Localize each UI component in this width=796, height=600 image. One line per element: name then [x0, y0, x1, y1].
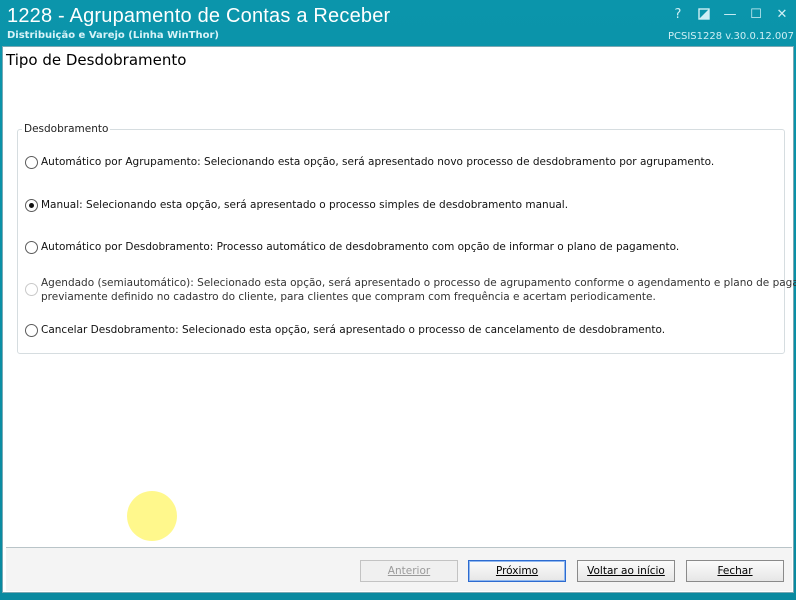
option-manual[interactable]: Manual: Selecionando esta opção, será ap… — [25, 198, 568, 212]
radio-automatico-desdobramento[interactable] — [25, 240, 38, 254]
group-legend: Desdobramento — [22, 123, 111, 135]
radio-agendado — [25, 283, 38, 296]
option-label-line2: previamente definido no cadastro do clie… — [41, 291, 656, 303]
desdobramento-group: Desdobramento Automático por Agrupamento… — [17, 123, 796, 354]
option-automatico-desdobramento[interactable]: Automático por Desdobramento: Processo a… — [25, 240, 679, 254]
option-automatico-agrupamento[interactable]: Automático por Agrupamento: Selecionando… — [25, 155, 714, 169]
client-area: Tipo de Desdobramento Desdobramento Auto… — [2, 46, 796, 593]
option-agendado: Agendado (semiautomático): Selecionado e… — [25, 276, 796, 304]
cursor-highlight — [127, 491, 177, 541]
window-controls: ? — ☐ ✕ — [670, 4, 790, 24]
anterior-button: Anterior — [360, 560, 458, 582]
title-bar[interactable]: 1228 - Agrupamento de Contas a Receber D… — [0, 0, 796, 46]
version-label: PCSIS1228 v.30.0.12.007 — [667, 31, 794, 42]
option-cancelar[interactable]: Cancelar Desdobramento: Selecionado esta… — [25, 323, 665, 337]
help-icon[interactable]: ? — [670, 6, 686, 22]
option-label: Automático por Agrupamento: Selecionando… — [41, 156, 715, 168]
app-title: 1228 - Agrupamento de Contas a Receber — [7, 5, 391, 27]
option-label-line1: Agendado (semiautomático): Selecionado e… — [41, 277, 796, 289]
maximize-icon[interactable]: ☐ — [748, 6, 764, 22]
restore-glyph — [698, 8, 710, 20]
option-label: Manual: Selecionando esta opção, será ap… — [41, 199, 569, 211]
option-label: Automático por Desdobramento: Processo a… — [41, 241, 680, 253]
fechar-button[interactable]: Fechar — [686, 560, 784, 582]
wizard-footer: Anterior Próximo Voltar ao início Fechar — [6, 547, 792, 591]
radio-automatico-agrupamento[interactable] — [25, 155, 38, 169]
radio-cancelar[interactable] — [25, 323, 38, 337]
proximo-button[interactable]: Próximo — [468, 560, 566, 582]
option-label: Agendado (semiautomático): Selecionado e… — [41, 276, 796, 304]
page-title: Tipo de Desdobramento — [6, 51, 187, 69]
restore-icon[interactable] — [696, 6, 712, 22]
radio-manual[interactable] — [25, 198, 38, 212]
minimize-icon[interactable]: — — [722, 6, 738, 22]
option-label: Cancelar Desdobramento: Selecionado esta… — [41, 324, 666, 336]
app-subtitle: Distribuição e Varejo (Linha WinThor) — [7, 30, 219, 41]
voltar-inicio-button[interactable]: Voltar ao início — [577, 560, 675, 582]
app-window: 1228 - Agrupamento de Contas a Receber D… — [0, 0, 796, 600]
close-icon[interactable]: ✕ — [774, 6, 790, 22]
